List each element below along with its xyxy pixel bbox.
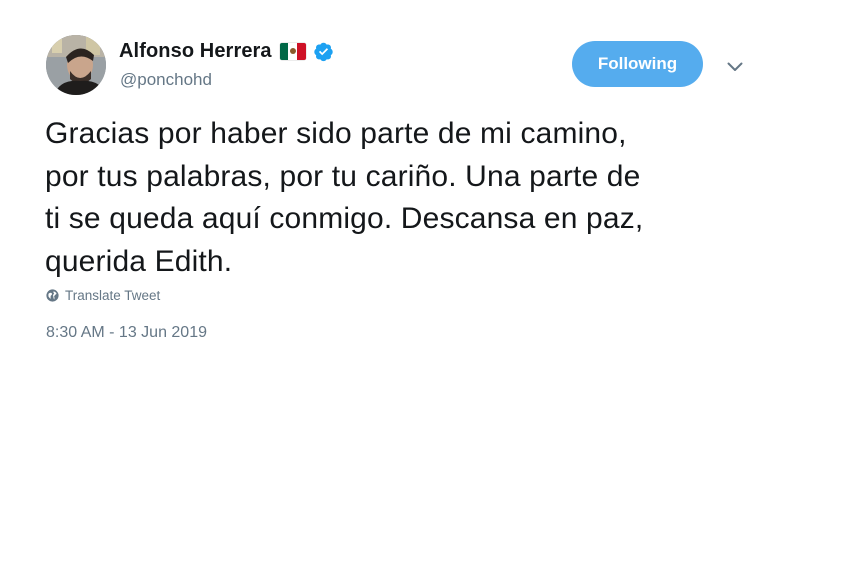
- tweet-menu-button[interactable]: [724, 58, 746, 76]
- author-name-row: Alfonso Herrera: [119, 38, 334, 64]
- verified-badge-icon: [313, 41, 334, 62]
- tweet-timestamp[interactable]: 8:30 AM - 13 Jun 2019: [46, 324, 207, 342]
- display-name[interactable]: Alfonso Herrera: [119, 40, 272, 63]
- tweet-text: Gracias por haber sido parte de mi camin…: [45, 117, 644, 278]
- translate-tweet-link[interactable]: Translate Tweet: [46, 286, 160, 304]
- tweet-card: Alfonso Herrera @ponchohd Following Grac…: [0, 0, 844, 583]
- avatar[interactable]: [46, 35, 106, 95]
- chevron-down-icon: [727, 62, 743, 71]
- following-button[interactable]: Following: [572, 41, 703, 87]
- author-handle[interactable]: @ponchohd: [120, 70, 212, 90]
- avatar-photo: [46, 35, 106, 95]
- globe-icon: [46, 288, 59, 302]
- translate-tweet-label: Translate Tweet: [65, 287, 161, 303]
- mexico-flag-icon: [279, 42, 306, 60]
